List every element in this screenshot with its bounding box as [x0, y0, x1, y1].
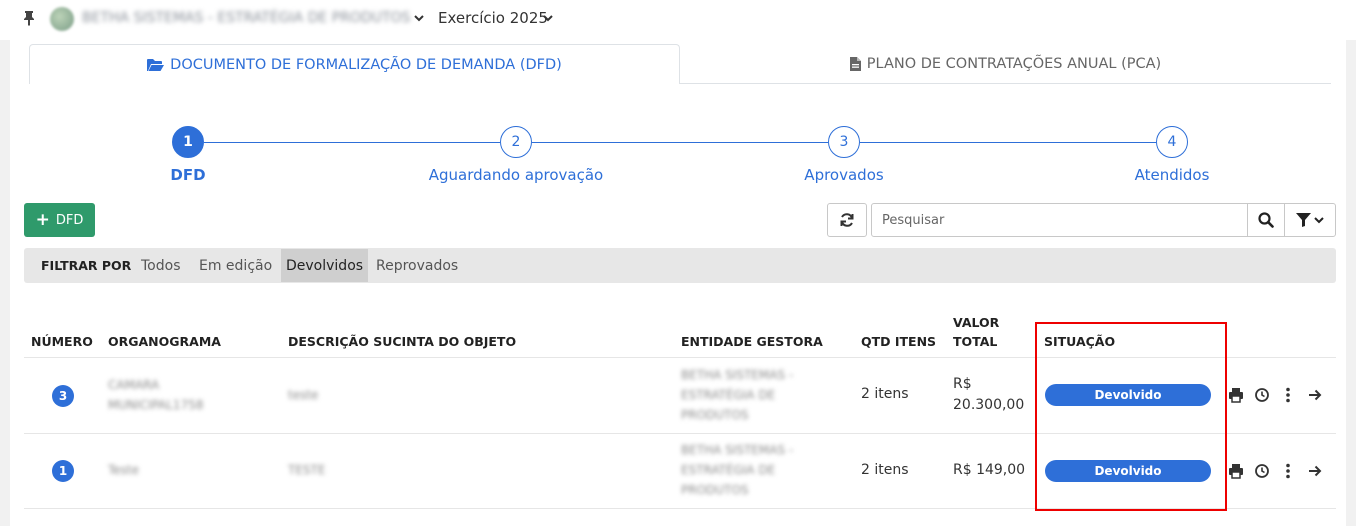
print-icon[interactable] [1228, 463, 1244, 479]
column-header-descricao[interactable]: DESCRIÇÃO SUCINTA DO OBJETO [288, 334, 516, 349]
tab-pca-label: PLANO DE CONTRATAÇÕES ANUAL (PCA) [866, 56, 1162, 72]
step-connector [204, 142, 500, 143]
history-icon[interactable] [1254, 387, 1270, 403]
filter-option-todos[interactable]: Todos [136, 249, 185, 282]
entidade-cell: BETHA SISTEMAS - [681, 443, 794, 457]
add-dfd-label: DFD [55, 212, 84, 228]
column-header-valor-total[interactable]: TOTAL [953, 334, 997, 349]
chevron-down-icon[interactable] [414, 13, 424, 23]
history-icon[interactable] [1254, 463, 1270, 479]
qtd-itens-cell: 2 itens [861, 386, 909, 402]
top-bar: BETHA SISTEMAS - ESTRATÉGIA DE PRODUTOS … [0, 0, 1356, 40]
tab-pca[interactable]: PLANO DE CONTRATAÇÕES ANUAL (PCA) [680, 44, 1331, 84]
folder-open-icon [147, 58, 165, 71]
entidade-cell: ESTRATÉGIA DE [681, 463, 776, 477]
search-icon [1258, 212, 1274, 228]
arrow-right-icon[interactable] [1307, 463, 1323, 479]
org-logo [50, 7, 74, 31]
column-header-entidade[interactable]: ENTIDADE GESTORA [681, 334, 823, 349]
filter-option-em-edicao[interactable]: Em edição [194, 249, 277, 282]
descricao-cell: TESTE [288, 463, 326, 477]
filter-option-devolvidos[interactable]: Devolvidos [281, 249, 369, 282]
search-button[interactable] [1247, 203, 1285, 237]
print-icon[interactable] [1228, 387, 1244, 403]
tab-dfd-label: DOCUMENTO DE FORMALIZAÇÃO DE DEMANDA (DF… [170, 56, 562, 73]
entidade-cell: BETHA SISTEMAS - [681, 368, 794, 382]
search-input[interactable] [871, 203, 1248, 237]
column-header-qtd-itens[interactable]: QTD ITENS [861, 334, 936, 349]
step-1-label[interactable]: DFD [170, 166, 205, 184]
chevron-down-icon [1314, 217, 1324, 224]
organograma-cell: MUNICIPAL1758 [108, 398, 204, 412]
org-name[interactable]: BETHA SISTEMAS - ESTRATÉGIA DE PRODUTOS [82, 10, 410, 26]
entidade-cell: PRODUTOS [681, 483, 749, 497]
exercicio-selector[interactable]: Exercício 2025 [438, 9, 548, 27]
step-2-label[interactable]: Aguardando aprovação [429, 166, 604, 184]
step-connector [860, 142, 1156, 143]
column-header-organograma[interactable]: ORGANOGRAMA [108, 334, 221, 349]
row-number-badge: 1 [52, 460, 74, 482]
entidade-cell: ESTRATÉGIA DE [681, 388, 776, 402]
step-3-label[interactable]: Aprovados [804, 166, 883, 184]
add-dfd-button[interactable]: + DFD [24, 203, 95, 237]
more-options-icon[interactable] [1280, 387, 1296, 403]
entidade-cell: PRODUTOS [681, 408, 749, 422]
valor-total-cell: R$ 149,00 [953, 462, 1026, 478]
row-number-badge: 3 [52, 385, 74, 407]
situacao-highlight-box [1035, 322, 1227, 511]
filter-title: FILTRAR POR [41, 258, 132, 273]
refresh-button[interactable] [827, 203, 867, 237]
pin-icon[interactable] [22, 10, 36, 26]
plus-icon: + [35, 209, 50, 230]
filter-icon [1296, 213, 1311, 227]
organograma-cell: CAMARA [108, 378, 160, 392]
file-icon [849, 57, 861, 71]
filter-button[interactable] [1284, 203, 1336, 237]
step-4-circle[interactable]: 4 [1156, 126, 1188, 158]
tab-dfd[interactable]: DOCUMENTO DE FORMALIZAÇÃO DE DEMANDA (DF… [29, 44, 680, 84]
descricao-cell: teste [288, 388, 319, 402]
valor-total-cell: R$ [953, 376, 972, 392]
valor-total-cell: 20.300,00 [953, 397, 1025, 413]
qtd-itens-cell: 2 itens [861, 462, 909, 478]
refresh-icon [840, 213, 854, 227]
column-header-numero[interactable]: NÚMERO [31, 334, 93, 349]
tab-divider [680, 83, 1331, 84]
chevron-down-icon[interactable] [543, 13, 553, 23]
step-1-circle[interactable]: 1 [172, 126, 204, 158]
step-2-circle[interactable]: 2 [500, 126, 532, 158]
column-header-valor[interactable]: VALOR [953, 315, 999, 330]
filter-option-reprovados[interactable]: Reprovados [371, 249, 463, 282]
more-options-icon[interactable] [1280, 463, 1296, 479]
step-connector [532, 142, 828, 143]
arrow-right-icon[interactable] [1307, 387, 1323, 403]
organograma-cell: Teste [108, 463, 140, 477]
step-3-circle[interactable]: 3 [828, 126, 860, 158]
step-4-label[interactable]: Atendidos [1135, 166, 1210, 184]
